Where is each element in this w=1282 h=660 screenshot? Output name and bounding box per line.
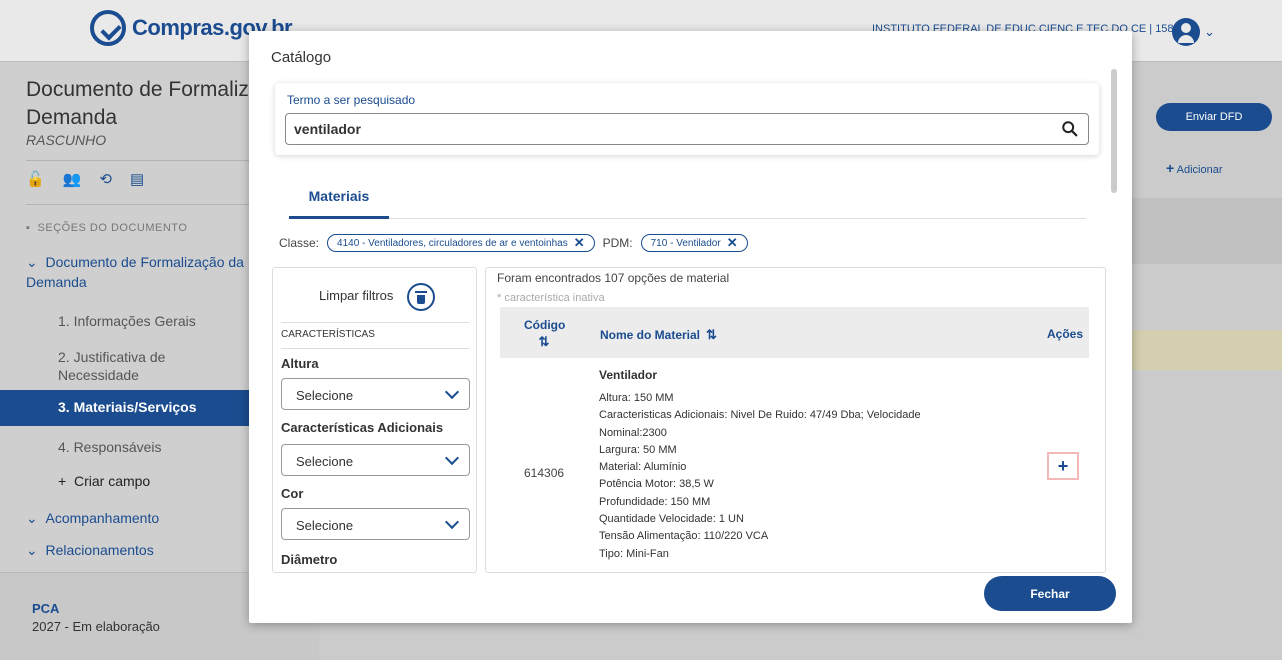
detail-line: Potência Motor: 38,5 W: [599, 478, 714, 491]
detail-line: Nominal:2300: [599, 426, 667, 439]
catalog-modal: Catálogo Termo a ser pesquisado Materiai…: [249, 31, 1132, 623]
filter-label-diametro: Diâmetro: [281, 552, 338, 567]
chevron-down-icon[interactable]: ⌄: [1204, 24, 1215, 40]
row-name: Ventilador: [599, 368, 658, 382]
add-button[interactable]: + Adicionar: [1166, 160, 1223, 176]
background-alert: [1120, 330, 1282, 370]
clear-filters-label: Limpar filtros: [319, 288, 394, 303]
close-icon[interactable]: ✕: [574, 235, 585, 251]
detail-line: Altura: 150 MM: [599, 392, 674, 404]
divider: [281, 322, 469, 323]
filters-panel: Limpar filtros CARACTERÍSTICAS Altura Se…: [272, 267, 477, 573]
filter-label-caracteristicas: Características Adicionais: [281, 420, 444, 435]
document-status: RASCUNHO: [26, 132, 107, 148]
active-filters: Classe: 4140 - Ventiladores, circuladore…: [279, 234, 748, 252]
document-toolbar: 🔓 👥 ⟲ ▤: [26, 170, 144, 188]
close-icon[interactable]: ✕: [727, 235, 738, 251]
unlock-icon[interactable]: 🔓: [26, 170, 45, 188]
modal-title: Catálogo: [271, 49, 332, 66]
select-value: Selecione: [296, 518, 354, 533]
modal-scrollbar[interactable]: [1111, 69, 1117, 193]
classe-chip: 4140 - Ventiladores, circuladores de ar …: [327, 234, 595, 252]
trash-icon[interactable]: [407, 283, 435, 311]
sections-label: ▪ SEÇÕES DO DOCUMENTO: [26, 222, 188, 234]
results-count: Foram encontrados 107 opções de material: [497, 271, 730, 285]
close-button[interactable]: Fechar: [984, 576, 1116, 611]
detail-line: Quantidade Velocidade: 1 UN: [599, 513, 744, 526]
sidebar-item-info[interactable]: 1. Informações Gerais: [58, 312, 196, 330]
search-input[interactable]: [285, 113, 1089, 145]
detail-line: Tipo: Mini-Fan: [599, 547, 669, 560]
user-avatar-icon[interactable]: [1172, 18, 1200, 46]
search-icon[interactable]: [1061, 120, 1079, 138]
pca-title: PCA: [32, 601, 60, 616]
sidebar-group-relacionamentos[interactable]: ⌄ Relacionamentos: [26, 540, 154, 560]
chevron-down-icon: [444, 450, 460, 466]
column-name[interactable]: Nome do Material ⇅: [600, 327, 717, 343]
pdm-chip-label: 710 - Ventilador: [650, 237, 721, 249]
classe-chip-label: 4140 - Ventiladores, circuladores de ar …: [337, 237, 568, 249]
sort-icon[interactable]: ⇅: [706, 327, 717, 342]
logo-icon: [90, 10, 126, 46]
filter-label-altura: Altura: [281, 356, 319, 371]
select-value: Selecione: [296, 454, 354, 469]
filter-label-cor: Cor: [281, 486, 304, 501]
detail-line: Profundidade: 150 MM: [599, 495, 711, 508]
pdm-label: PDM:: [602, 236, 633, 250]
pca-status: 2027 - Em elaboração: [32, 619, 160, 634]
altura-select[interactable]: Selecione: [281, 378, 470, 410]
users-icon[interactable]: 👥: [63, 170, 82, 188]
search-card: Termo a ser pesquisado: [275, 83, 1099, 155]
characteristics-heading: CARACTERÍSTICAS: [281, 329, 375, 340]
detail-line: Largura: 50 MM: [599, 443, 677, 456]
document-icon[interactable]: ▤: [130, 170, 144, 188]
results-table-header: Código ⇅ Nome do Material ⇅ Ações: [500, 307, 1089, 358]
column-code[interactable]: Código ⇅: [524, 318, 566, 350]
sidebar-group-dfd[interactable]: ⌄ Documento de Formalização da Demanda: [26, 252, 256, 292]
sidebar-item-justificativa[interactable]: 2. Justificativa de Necessidade: [58, 348, 218, 384]
sidebar-item-responsaveis[interactable]: 4. Responsáveis: [58, 438, 162, 456]
column-actions: Ações: [1047, 327, 1084, 341]
cor-select[interactable]: Selecione: [281, 508, 470, 540]
add-material-button[interactable]: +: [1047, 452, 1079, 480]
sidebar-group-acompanhamento[interactable]: ⌄ Acompanhamento: [26, 508, 159, 528]
sort-icon[interactable]: ⇅: [524, 334, 564, 350]
chevron-down-icon: [444, 514, 460, 530]
results-panel: Foram encontrados 107 opções de material…: [485, 267, 1106, 573]
divider: [281, 348, 469, 349]
background-panel: [1120, 198, 1282, 264]
create-field-button[interactable]: + Criar campo: [58, 472, 150, 490]
row-code: 614306: [524, 466, 565, 480]
select-value: Selecione: [296, 388, 354, 403]
plus-icon: +: [1057, 455, 1069, 476]
detail-line: Tensão Alimentação: 110/220 VCA: [599, 530, 769, 543]
plus-icon: +: [58, 473, 67, 489]
detail-line: Material: Alumínio: [599, 461, 687, 474]
pdm-chip: 710 - Ventilador ✕: [640, 234, 748, 252]
classe-label: Classe:: [279, 236, 320, 250]
send-dfd-button[interactable]: Enviar DFD: [1156, 103, 1272, 131]
chevron-down-icon: [444, 384, 460, 400]
row-details: Altura: 150 MM Caracteristicas Adicionai…: [599, 390, 989, 563]
tab-bar: Materiais: [289, 182, 1086, 219]
plus-icon: +: [1166, 160, 1175, 176]
caracteristicas-select[interactable]: Selecione: [281, 444, 470, 476]
detail-line: Caracteristicas Adicionais: Nivel De Rui…: [599, 409, 921, 422]
search-label: Termo a ser pesquisado: [287, 93, 416, 107]
history-icon[interactable]: ⟲: [99, 170, 112, 188]
column-name-label: Nome do Material: [600, 328, 701, 342]
inactive-note: * característica inativa: [497, 292, 605, 304]
tab-materiais[interactable]: Materiais: [289, 182, 389, 219]
column-code-label: Código: [524, 318, 566, 332]
